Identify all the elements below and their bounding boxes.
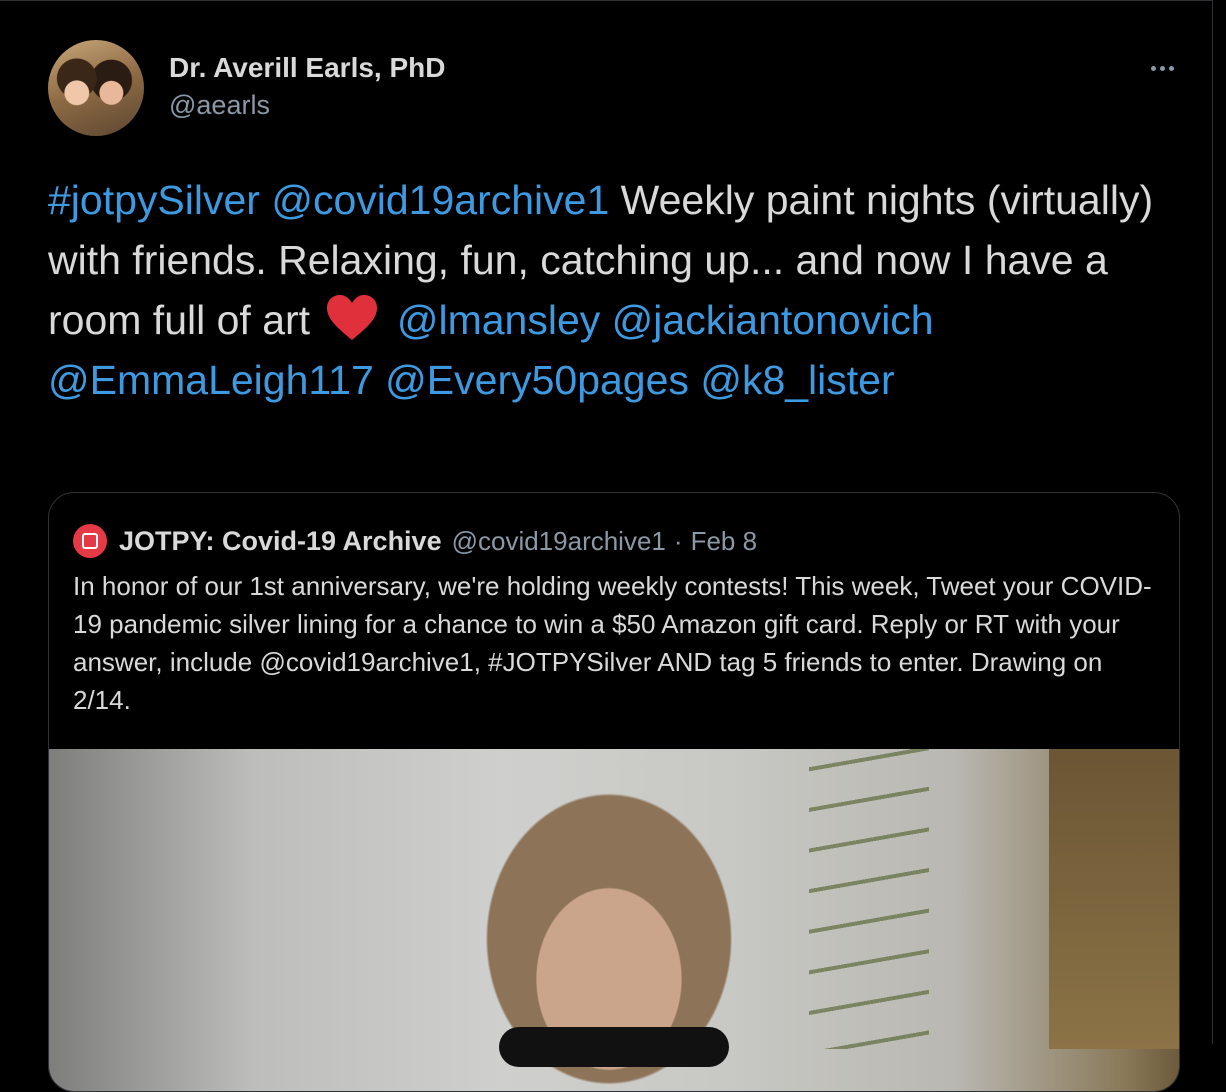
quoted-tweet-header: JOTPY: Covid-19 Archive @covid19archive1… <box>73 523 757 559</box>
quoted-author-name[interactable]: JOTPY: Covid-19 Archive <box>119 526 442 557</box>
tweet-text: #jotpySilver @covid19archive1 Weekly pai… <box>48 170 1188 410</box>
quoted-tweet-text: In honor of our 1st anniversary, we're h… <box>73 571 1152 715</box>
mention-link[interactable]: @EmmaLeigh117 <box>48 357 374 403</box>
tweet-header: Dr. Averill Earls, PhD @aearls <box>48 40 1188 136</box>
quoted-tweet-date[interactable]: Feb 8 <box>691 526 758 557</box>
mention-link[interactable]: @lmansley <box>397 297 600 343</box>
video-background-plant <box>809 749 929 1049</box>
author-avatar[interactable] <box>48 40 144 136</box>
mention-link[interactable]: @k8_lister <box>700 357 894 403</box>
mention-link[interactable]: @covid19archive1 <box>271 177 609 223</box>
more-icon[interactable] <box>1142 58 1182 78</box>
separator-dot: · <box>673 525 683 556</box>
heart-emoji <box>327 295 378 340</box>
mention-link[interactable]: @Every50pages <box>385 357 689 403</box>
author-handle[interactable]: @aearls <box>169 90 270 121</box>
quoted-author-avatar[interactable] <box>73 524 107 558</box>
hashtag-link[interactable]: #jotpySilver <box>48 177 260 223</box>
mention-link[interactable]: @jackiantonovich <box>612 297 934 343</box>
quoted-author-handle[interactable]: @covid19archive1 <box>452 526 666 557</box>
quoted-tweet-video[interactable] <box>49 749 1179 1091</box>
video-controls-pill[interactable] <box>499 1027 729 1067</box>
quoted-tweet[interactable]: JOTPY: Covid-19 Archive @covid19archive1… <box>48 492 1180 1092</box>
author-name[interactable]: Dr. Averill Earls, PhD <box>169 52 446 84</box>
video-background-poster <box>1049 749 1179 1049</box>
